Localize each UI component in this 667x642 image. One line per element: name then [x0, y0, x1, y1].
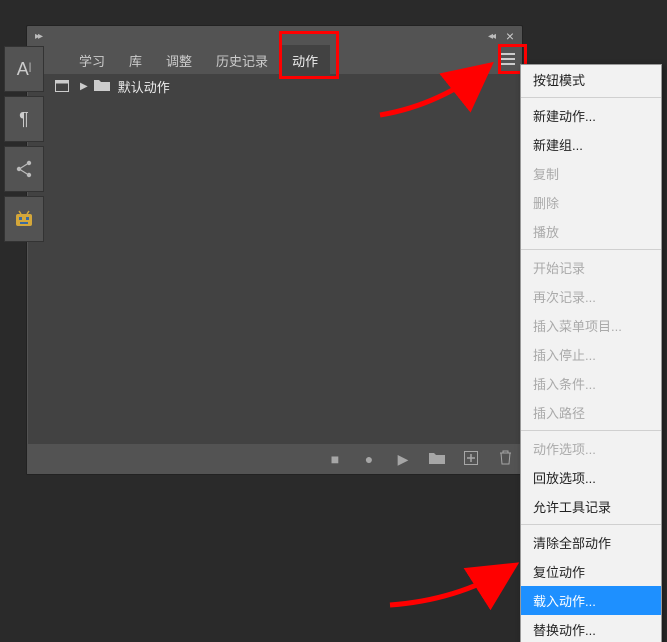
- tab-bar: 学习 库 调整 历史记录 动作: [27, 46, 522, 74]
- tab-history[interactable]: 历史记录: [204, 45, 280, 76]
- menu-play[interactable]: 播放: [521, 217, 661, 246]
- play-button[interactable]: ▶: [394, 451, 412, 468]
- menu-duplicate[interactable]: 复制: [521, 159, 661, 188]
- menu-insert-path[interactable]: 插入路径: [521, 398, 661, 427]
- menu-separator: [521, 430, 661, 431]
- delete-button[interactable]: [496, 450, 514, 468]
- new-action-button[interactable]: [462, 451, 480, 468]
- menu-allow-tool-record[interactable]: 允许工具记录: [521, 492, 661, 521]
- share-panel-icon[interactable]: [4, 146, 44, 192]
- menu-new-set[interactable]: 新建组...: [521, 130, 661, 159]
- paragraph-panel-icon[interactable]: ¶: [4, 96, 44, 142]
- menu-replace-actions[interactable]: 替换动作...: [521, 615, 661, 642]
- panel-header: ▸▸ ◂◂ ×: [27, 26, 522, 46]
- new-set-button[interactable]: [428, 451, 446, 467]
- action-set-row[interactable]: ✓ ▶ 默认动作: [28, 74, 521, 98]
- folder-icon: [94, 78, 110, 94]
- actions-panel: ▸▸ ◂◂ × 学习 库 调整 历史记录 动作 ✓ ▶ 默认动作 ■ ● ▶: [26, 25, 523, 475]
- menu-insert-menuitem[interactable]: 插入菜单项目...: [521, 311, 661, 340]
- tab-learn[interactable]: 学习: [67, 45, 117, 76]
- robot-panel-icon[interactable]: [4, 196, 44, 242]
- menu-button-mode[interactable]: 按钮模式: [521, 65, 661, 94]
- action-set-name: 默认动作: [118, 77, 170, 96]
- annotation-arrow-2: [380, 555, 530, 615]
- menu-load-actions[interactable]: 载入动作...: [521, 586, 661, 615]
- menu-reset[interactable]: 复位动作: [521, 557, 661, 586]
- menu-insert-stop[interactable]: 插入停止...: [521, 340, 661, 369]
- menu-record-again[interactable]: 再次记录...: [521, 282, 661, 311]
- tab-actions[interactable]: 动作: [280, 45, 330, 76]
- collapse-icon[interactable]: ◂◂: [488, 31, 494, 42]
- actions-list: ✓ ▶ 默认动作: [28, 74, 521, 444]
- flyout-menu-icon[interactable]: [498, 52, 516, 70]
- expand-icon[interactable]: ▸▸: [35, 31, 41, 42]
- dialog-toggle-icon[interactable]: [52, 79, 72, 93]
- tab-adjustments[interactable]: 调整: [154, 45, 204, 76]
- menu-playback-options[interactable]: 回放选项...: [521, 463, 661, 492]
- cursor-glyph: |: [29, 62, 32, 73]
- actions-flyout-menu: 按钮模式 新建动作... 新建组... 复制 删除 播放 开始记录 再次记录..…: [520, 64, 662, 642]
- menu-action-options[interactable]: 动作选项...: [521, 434, 661, 463]
- stop-button[interactable]: ■: [326, 451, 344, 467]
- menu-separator: [521, 97, 661, 98]
- close-icon[interactable]: ×: [506, 28, 514, 44]
- menu-insert-conditional[interactable]: 插入条件...: [521, 369, 661, 398]
- menu-separator: [521, 524, 661, 525]
- expand-arrow-icon[interactable]: ▶: [80, 81, 88, 92]
- menu-delete[interactable]: 删除: [521, 188, 661, 217]
- menu-new-action[interactable]: 新建动作...: [521, 101, 661, 130]
- panel-footer: ■ ● ▶: [27, 444, 522, 474]
- tab-libraries[interactable]: 库: [117, 45, 154, 76]
- menu-separator: [521, 249, 661, 250]
- char-glyph: A: [17, 59, 29, 80]
- left-icon-strip: A| ¶: [4, 46, 44, 246]
- record-button[interactable]: ●: [360, 451, 378, 467]
- menu-start-record[interactable]: 开始记录: [521, 253, 661, 282]
- menu-clear-all[interactable]: 清除全部动作: [521, 528, 661, 557]
- character-panel-icon[interactable]: A|: [4, 46, 44, 92]
